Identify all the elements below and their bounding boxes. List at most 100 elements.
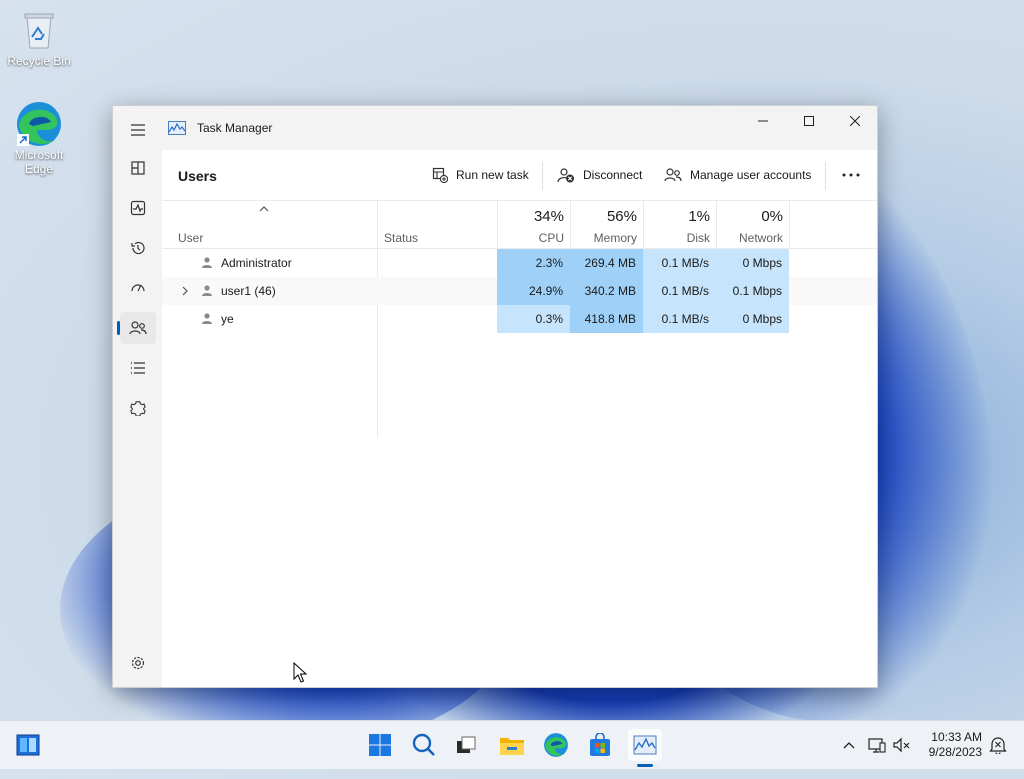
memory-cell: 418.8 MB bbox=[570, 305, 643, 333]
command-bar: Users Run new task Disconnect Manage use… bbox=[162, 150, 877, 201]
nav-details[interactable] bbox=[120, 352, 156, 384]
recycle-bin-icon bbox=[19, 10, 59, 50]
column-divider bbox=[570, 200, 571, 248]
page-title: Users bbox=[178, 168, 217, 184]
cpu-total: 34% bbox=[533, 208, 564, 225]
table-row[interactable]: user1 (46) 24.9% 340.2 MB 0.1 MB/s 0.1 M… bbox=[162, 277, 877, 305]
network-label: Network bbox=[738, 231, 783, 245]
task-manager-window: Task Manager Users Run new task Disconne… bbox=[112, 105, 878, 688]
cpu-label: CPU bbox=[538, 231, 564, 245]
status-cell bbox=[377, 277, 497, 305]
mouse-cursor-icon bbox=[293, 662, 307, 683]
desktop-icon-edge[interactable]: Microsoft Edge bbox=[1, 102, 77, 176]
window-title: Task Manager bbox=[197, 121, 273, 135]
column-divider bbox=[643, 200, 644, 248]
widgets-icon bbox=[16, 734, 40, 756]
memory-label: Memory bbox=[593, 231, 637, 245]
services-icon bbox=[130, 401, 146, 416]
network-cell: 0 Mbps bbox=[716, 305, 789, 333]
run-new-task-button[interactable]: Run new task bbox=[432, 164, 529, 186]
network-cell: 0.1 Mbps bbox=[716, 277, 789, 305]
memory-cell: 269.4 MB bbox=[570, 249, 643, 277]
nav-services[interactable] bbox=[120, 392, 156, 424]
volume-button[interactable] bbox=[886, 729, 918, 761]
nav-performance[interactable] bbox=[120, 192, 156, 224]
user-name: user1 (46) bbox=[221, 284, 276, 298]
minimize-button[interactable] bbox=[740, 106, 786, 136]
table-row[interactable]: Administrator 2.3% 269.4 MB 0.1 MB/s 0 M… bbox=[162, 249, 877, 277]
column-header: User Status 34% CPU 56% Memory 1% Disk 0… bbox=[162, 200, 877, 249]
user-icon bbox=[202, 313, 212, 324]
nav-users[interactable] bbox=[117, 312, 156, 344]
sort-ascending-icon bbox=[259, 206, 269, 212]
desktop-icon-label: Recycle Bin bbox=[7, 54, 71, 68]
users-icon bbox=[129, 321, 147, 335]
startup-apps-icon bbox=[131, 284, 145, 292]
column-divider bbox=[497, 200, 498, 248]
toolbar-divider bbox=[542, 162, 543, 190]
memory-total: 56% bbox=[606, 208, 637, 225]
nav-startup-apps[interactable] bbox=[120, 272, 156, 304]
clock[interactable]: 10:33 AM 9/28/2023 bbox=[918, 730, 982, 760]
toolbar-divider bbox=[825, 162, 826, 190]
task-manager-icon bbox=[633, 735, 657, 755]
more-options-button[interactable] bbox=[842, 164, 860, 186]
more-icon bbox=[842, 173, 860, 177]
notification-icon bbox=[989, 737, 1007, 754]
network-total: 0% bbox=[761, 208, 783, 225]
user-icon bbox=[202, 285, 212, 296]
clock-date: 9/28/2023 bbox=[928, 745, 982, 759]
nav-settings[interactable] bbox=[120, 647, 156, 679]
processes-icon bbox=[131, 161, 145, 175]
edge-button[interactable] bbox=[540, 729, 572, 761]
disconnect-button[interactable]: Disconnect bbox=[557, 164, 642, 186]
column-status[interactable]: Status bbox=[384, 231, 418, 245]
widgets-button[interactable] bbox=[12, 729, 44, 761]
store-icon bbox=[590, 733, 610, 756]
volume-muted-icon bbox=[893, 737, 910, 753]
network-cell: 0 Mbps bbox=[716, 249, 789, 277]
edge-icon bbox=[17, 102, 61, 146]
nav-rail bbox=[113, 106, 161, 687]
memory-cell: 340.2 MB bbox=[570, 277, 643, 305]
disk-total: 1% bbox=[688, 208, 710, 225]
run-new-task-icon bbox=[432, 167, 448, 183]
maximize-button[interactable] bbox=[786, 106, 832, 136]
search-icon bbox=[412, 733, 435, 756]
cpu-cell: 2.3% bbox=[497, 249, 570, 277]
disk-cell: 0.1 MB/s bbox=[643, 305, 716, 333]
active-app-indicator bbox=[637, 764, 653, 767]
nav-app-history[interactable] bbox=[120, 232, 156, 264]
disconnect-label: Disconnect bbox=[583, 168, 643, 182]
manage-user-accounts-button[interactable]: Manage user accounts bbox=[664, 164, 811, 186]
title-bar[interactable]: Task Manager bbox=[113, 106, 877, 150]
search-button[interactable] bbox=[408, 729, 440, 761]
details-icon bbox=[131, 362, 145, 374]
manage-user-accounts-label: Manage user accounts bbox=[690, 168, 812, 182]
desktop-icon-label: Edge bbox=[24, 162, 54, 176]
table-row[interactable]: ye 0.3% 418.8 MB 0.1 MB/s 0 Mbps bbox=[162, 305, 877, 333]
column-user[interactable]: User bbox=[178, 231, 203, 245]
task-view-button[interactable] bbox=[450, 729, 482, 761]
start-button[interactable] bbox=[364, 729, 396, 761]
task-manager-icon bbox=[168, 121, 186, 135]
close-icon bbox=[850, 116, 860, 126]
close-button[interactable] bbox=[832, 106, 878, 136]
column-divider bbox=[789, 200, 790, 248]
disk-cell: 0.1 MB/s bbox=[643, 249, 716, 277]
task-manager-taskbar-button[interactable] bbox=[628, 729, 662, 761]
nav-processes[interactable] bbox=[120, 152, 156, 184]
file-explorer-icon bbox=[500, 738, 524, 755]
store-button[interactable] bbox=[584, 729, 616, 761]
desktop-icon-recycle-bin[interactable]: Recycle Bin bbox=[1, 10, 77, 68]
chevron-right-icon[interactable] bbox=[179, 285, 191, 297]
notification-button[interactable] bbox=[982, 729, 1014, 761]
cpu-cell: 0.3% bbox=[497, 305, 570, 333]
column-divider bbox=[716, 200, 717, 248]
manage-users-icon bbox=[664, 168, 682, 182]
file-explorer-button[interactable] bbox=[496, 729, 528, 761]
users-page: Users Run new task Disconnect Manage use… bbox=[162, 150, 877, 687]
maximize-icon bbox=[804, 116, 814, 126]
performance-icon bbox=[130, 200, 146, 216]
status-cell bbox=[377, 305, 497, 333]
